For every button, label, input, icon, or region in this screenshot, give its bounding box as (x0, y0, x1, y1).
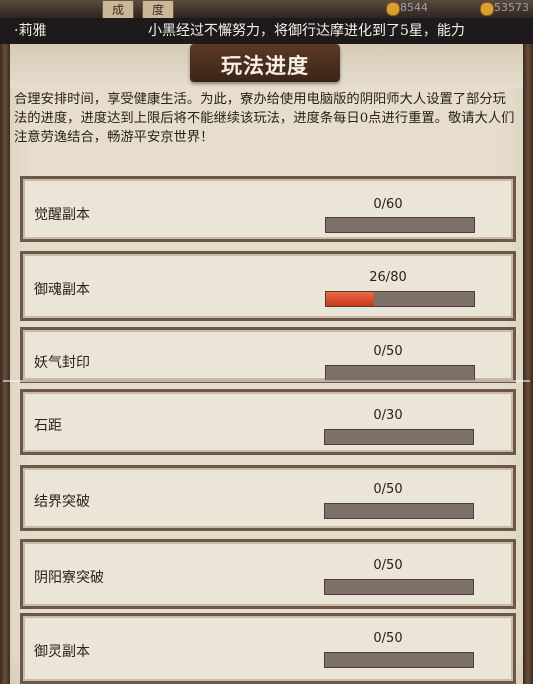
progress-bar (325, 291, 475, 307)
progress-row: 御魂副本 26/80 (20, 251, 516, 321)
progress-row: 石距 0/30 (20, 389, 516, 455)
progress-count: 0/50 (373, 558, 403, 573)
progress-row-label: 结界突破 (34, 494, 90, 510)
progress-row: 阴阳寮突破 0/50 (20, 539, 516, 609)
progress-bar (324, 652, 474, 668)
progress-row: 觉醒副本 0/60 (20, 176, 516, 242)
progress-row: 结界突破 0/50 (20, 465, 516, 531)
progress-row-label: 石距 (34, 418, 62, 434)
progress-bar (324, 579, 474, 595)
divider (3, 380, 530, 382)
progress-row-label: 觉醒副本 (34, 207, 90, 223)
top-status-bar: 成 度 8544 53573 (0, 0, 533, 20)
progress-count: 0/50 (373, 631, 403, 646)
progress-row-label: 御灵副本 (34, 644, 90, 660)
currency-icon (386, 2, 400, 16)
panel-frame-right (523, 44, 533, 684)
panel-frame-left (0, 44, 10, 684)
intro-text: 合理安排时间，享受健康生活。为此，寮办给使用电脑版的阴阳师大人设置了部分玩法的进… (14, 92, 515, 145)
progress-count: 0/50 (373, 344, 403, 359)
progress-row: 妖气封印 0/50 (20, 327, 516, 383)
progress-count: 0/30 (373, 408, 403, 423)
progress-count: 0/60 (373, 197, 403, 212)
progress-row-label: 妖气封印 (34, 355, 90, 371)
jade-icon (480, 2, 494, 16)
marquee-player-name: ·莉雅 (14, 23, 47, 39)
progress-count: 0/50 (373, 482, 403, 497)
progress-bar-fill (326, 292, 375, 306)
progress-bar (324, 429, 474, 445)
progress-row-label: 阴阳寮突破 (34, 570, 104, 586)
tab-achievement[interactable]: 成 (102, 0, 134, 20)
progress-bar (325, 217, 475, 233)
progress-count: 26/80 (369, 270, 407, 285)
progress-row-label: 御魂副本 (34, 282, 90, 298)
announcement-marquee: ·莉雅 小黑经过不懈努力，将御行达摩进化到了5星，能力 (0, 18, 533, 44)
progress-row: 御灵副本 0/50 (20, 613, 516, 684)
page-title: 玩法进度 (221, 53, 309, 78)
progress-bar (325, 365, 475, 381)
currency-count: 8544 (400, 1, 428, 14)
marquee-message: 小黑经过不懈努力，将御行达摩进化到了5星，能力 (148, 23, 465, 39)
progress-bar (324, 503, 474, 519)
tab-progress[interactable]: 度 (142, 0, 174, 20)
jade-count: 53573 (494, 1, 529, 14)
